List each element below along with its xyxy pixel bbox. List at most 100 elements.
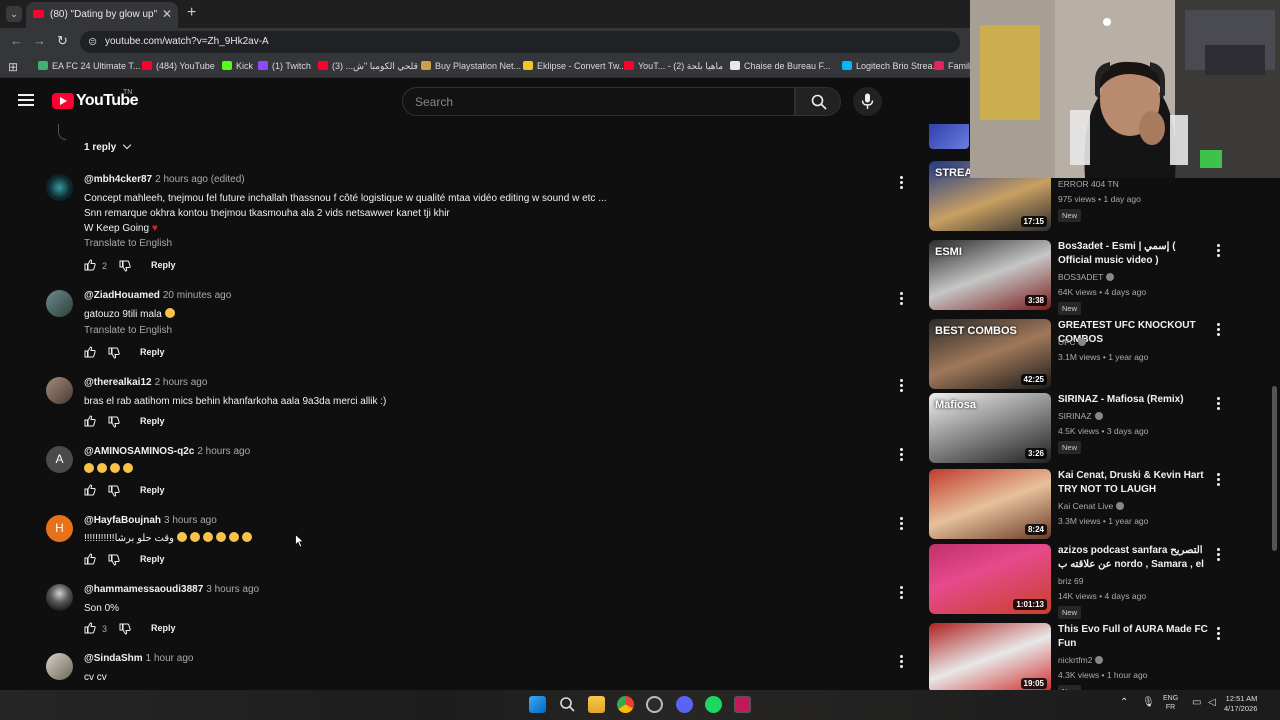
thumbs-down-icon[interactable] xyxy=(108,416,120,428)
reply-button[interactable]: Reply xyxy=(151,260,176,270)
avatar[interactable] xyxy=(46,290,73,317)
bookmark-item[interactable]: (484) YouTube xyxy=(142,61,215,71)
language-indicator[interactable]: ENG FR xyxy=(1163,694,1178,712)
bookmark-item[interactable]: Kick xyxy=(222,61,253,71)
video-channel[interactable]: ERROR 404 TN xyxy=(1058,179,1119,189)
recommended-video[interactable]: ESMI 3:38 Bos3adet - Esmi | إسمي ( Officia… xyxy=(929,240,1249,315)
video-more-icon[interactable] xyxy=(1217,244,1221,259)
video-more-icon[interactable] xyxy=(1217,627,1221,642)
scrollbar-thumb[interactable] xyxy=(1272,386,1277,551)
spotify-icon[interactable] xyxy=(705,696,722,713)
comment-author[interactable]: @ZiadHouamed xyxy=(84,290,160,301)
thumbs-down-icon[interactable] xyxy=(108,554,120,566)
file-explorer-icon[interactable] xyxy=(588,696,605,713)
recommended-video[interactable]: 8:24 Kai Cenat, Druski & Kevin Hart TRY N… xyxy=(929,469,1249,541)
thumbs-up-icon[interactable] xyxy=(84,415,96,427)
comment-more-icon[interactable] xyxy=(900,379,904,394)
comment-time[interactable]: 2 hours ago xyxy=(155,377,208,388)
browser-tab-active[interactable]: (80) "Dating by glow up" Episo ✕ xyxy=(26,2,178,28)
comment-more-icon[interactable] xyxy=(900,448,904,463)
comment-more-icon[interactable] xyxy=(900,176,904,191)
volume-icon[interactable]: ◁ xyxy=(1208,698,1216,708)
thumbs-down-icon[interactable] xyxy=(119,623,131,635)
video-thumbnail[interactable]: 19:05 xyxy=(929,623,1051,690)
video-channel[interactable]: UFC xyxy=(1058,337,1087,347)
reload-icon[interactable]: ↻ xyxy=(57,33,68,49)
translate-link[interactable]: Translate to English xyxy=(84,238,172,249)
comment-author[interactable]: @SindaShm xyxy=(84,653,143,664)
video-channel[interactable]: BOS3ADET xyxy=(1058,272,1115,282)
apps-grid-icon[interactable]: ⊞ xyxy=(8,60,18,74)
network-icon[interactable]: ▭ xyxy=(1192,698,1201,708)
comment-time[interactable]: 3 hours ago xyxy=(164,515,217,526)
thumbs-down-icon[interactable] xyxy=(119,260,131,272)
comment-more-icon[interactable] xyxy=(900,517,904,532)
reply-button[interactable]: Reply xyxy=(140,485,165,495)
comment-more-icon[interactable] xyxy=(900,292,904,307)
comment-time[interactable]: 2 hours ago xyxy=(197,446,250,457)
video-title[interactable]: SIRINAZ - Mafiosa (Remix) xyxy=(1058,393,1208,407)
reply-button[interactable]: Reply xyxy=(151,623,176,633)
video-thumbnail[interactable]: ESMI 3:38 xyxy=(929,240,1051,310)
thumbs-down-icon[interactable] xyxy=(108,485,120,497)
video-channel[interactable]: nickrtfm2 xyxy=(1058,655,1104,665)
video-channel[interactable]: SIRINAZ xyxy=(1058,411,1103,421)
recommended-video[interactable]: BEST COMBOS42:25GREATEST UFC KNOCKOUT CO… xyxy=(929,319,1249,391)
video-more-icon[interactable] xyxy=(1217,323,1221,338)
bookmark-item[interactable]: Logitech Brio Strea... xyxy=(842,61,940,71)
app-icon[interactable] xyxy=(734,696,751,713)
chevron-up-icon[interactable]: ⌃ xyxy=(1120,698,1128,708)
tab-search-dropdown-icon[interactable]: ⌄ xyxy=(6,6,22,22)
video-title[interactable]: Kai Cenat, Druski & Kevin Hart TRY NOT T… xyxy=(1058,469,1208,497)
bookmark-item[interactable]: Eklipse - Convert Tw... xyxy=(523,61,626,71)
avatar[interactable] xyxy=(46,174,73,201)
avatar[interactable] xyxy=(46,377,73,404)
bookmark-item[interactable]: (1) Twitch xyxy=(258,61,311,71)
recommended-video[interactable]: 1:01:13 azizos podcast sanfara التصريح عن… xyxy=(929,544,1249,619)
reply-button[interactable]: Reply xyxy=(140,347,165,357)
video-title[interactable]: This Evo Full of AURA Made FC Fun xyxy=(1058,623,1208,651)
video-more-icon[interactable] xyxy=(1217,473,1221,488)
bookmark-item[interactable]: Family xyxy=(934,61,975,71)
avatar[interactable] xyxy=(46,584,73,611)
tab-close-icon[interactable]: ✕ xyxy=(162,7,172,21)
site-info-icon[interactable]: ⊜ xyxy=(88,35,97,48)
new-tab-icon[interactable]: + xyxy=(187,4,196,22)
avatar[interactable]: A xyxy=(46,446,73,473)
chrome-icon[interactable] xyxy=(617,696,634,713)
comment-author[interactable]: @mbh4cker87 xyxy=(84,174,152,185)
address-bar[interactable]: ⊜ youtube.com/watch?v=Zh_9Hk2av-A xyxy=(80,31,960,53)
avatar[interactable]: H xyxy=(46,515,73,542)
translate-link[interactable]: Translate to English xyxy=(84,325,172,336)
avatar[interactable] xyxy=(46,653,73,680)
comment-author[interactable]: @AMINOSAMINOS-q2c xyxy=(84,446,194,457)
thumbs-up-icon[interactable] xyxy=(84,622,96,634)
microphone-tray-icon[interactable]: 🎙 xyxy=(1142,698,1155,708)
video-thumbnail[interactable]: 1:01:13 xyxy=(929,544,1051,614)
video-more-icon[interactable] xyxy=(1217,397,1221,412)
comment-time[interactable]: 3 hours ago xyxy=(206,584,259,595)
thumbs-up-icon[interactable] xyxy=(84,346,96,358)
clock[interactable]: 12:51 AM 4/17/2026 xyxy=(1224,694,1257,714)
windows-start-icon[interactable] xyxy=(529,696,546,713)
comment-time[interactable]: 1 hour ago xyxy=(146,653,194,664)
video-more-icon[interactable] xyxy=(1217,548,1221,563)
comment-time[interactable]: 2 hours ago (edited) xyxy=(155,174,245,185)
video-channel[interactable]: Kai Cenat Live xyxy=(1058,501,1125,511)
reply-button[interactable]: Reply xyxy=(140,554,165,564)
youtube-logo-icon[interactable] xyxy=(52,93,74,109)
thumbs-up-icon[interactable] xyxy=(84,553,96,565)
menu-icon[interactable] xyxy=(18,94,34,106)
replies-toggle-button[interactable]: 1 reply xyxy=(84,140,132,153)
thumbs-up-icon[interactable] xyxy=(84,259,96,271)
thumbs-up-icon[interactable] xyxy=(84,484,96,496)
comment-more-icon[interactable] xyxy=(900,586,904,601)
search-input[interactable] xyxy=(415,93,785,111)
comment-author[interactable]: @hammamessaoudi3887 xyxy=(84,584,203,595)
thumbs-down-icon[interactable] xyxy=(108,347,120,359)
voice-search-button[interactable] xyxy=(853,87,882,116)
back-arrow-icon[interactable]: ← xyxy=(10,33,23,48)
bookmark-item[interactable]: EA FC 24 Ultimate T... xyxy=(38,61,140,71)
video-thumbnail[interactable]: BEST COMBOS 42:25 xyxy=(929,319,1051,389)
forward-arrow-icon[interactable]: → xyxy=(33,33,46,48)
